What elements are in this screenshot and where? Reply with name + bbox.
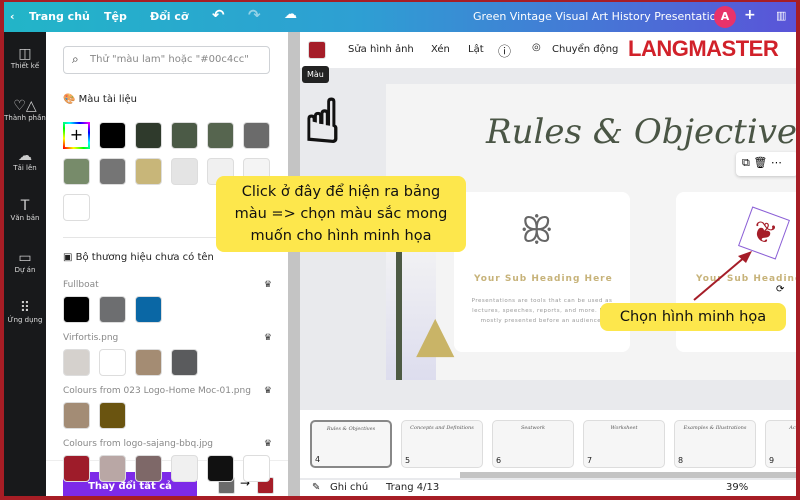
zoom-level[interactable]: 39%	[726, 482, 748, 493]
page-thumbnail[interactable]: Worksheet 7	[583, 420, 665, 468]
page-thumbnail[interactable]: Seatwork 6	[492, 420, 574, 468]
app-window: ‹ Trang chủ Tệp Đổi cỡ ↶ ↷ ☁ Green Vinta…	[4, 2, 796, 496]
page-number: 8	[678, 456, 684, 465]
notes-button[interactable]: Ghi chú	[330, 482, 368, 493]
page-number: 7	[587, 456, 593, 465]
page-indicator: Trang 4/13	[386, 482, 440, 493]
select-callout: Chọn hình minh họa	[600, 303, 786, 331]
thumbnail-title: Activity Time	[789, 425, 796, 431]
pointing-hand-icon: ☝	[303, 87, 342, 157]
page-filmstrip: Rules & Objectives 4 Concepts and Definiti…	[300, 410, 796, 476]
thumbnail-title: Concepts and Definitions	[410, 425, 474, 431]
thumbnail-title: Seatwork	[520, 425, 546, 431]
bottom-bar: ✎ Ghi chú Trang 4/13 39%	[300, 480, 796, 496]
instruction-callout: Click ở đây để hiện ra bảng màu => chọn …	[216, 176, 466, 252]
page-thumbnail[interactable]: Concepts and Definitions 5	[401, 420, 483, 468]
thumbnail-title: Worksheet	[610, 425, 638, 431]
page-thumbnail[interactable]: Examples & Illustrations 8	[674, 420, 756, 468]
thumbnail-title: Examples & Illustrations	[683, 425, 747, 431]
page-thumbnail[interactable]: Activity Time 9	[765, 420, 796, 468]
thumbnail-title: Rules & Objectives	[326, 426, 376, 432]
page-thumbnail[interactable]: Rules & Objectives 4	[310, 420, 392, 468]
page-number: 5	[405, 456, 411, 465]
filmstrip-scrollbar[interactable]	[300, 472, 796, 478]
notes-icon[interactable]: ✎	[312, 482, 320, 493]
page-number: 9	[769, 456, 775, 465]
page-number: 6	[496, 456, 502, 465]
page-number: 4	[315, 455, 321, 464]
